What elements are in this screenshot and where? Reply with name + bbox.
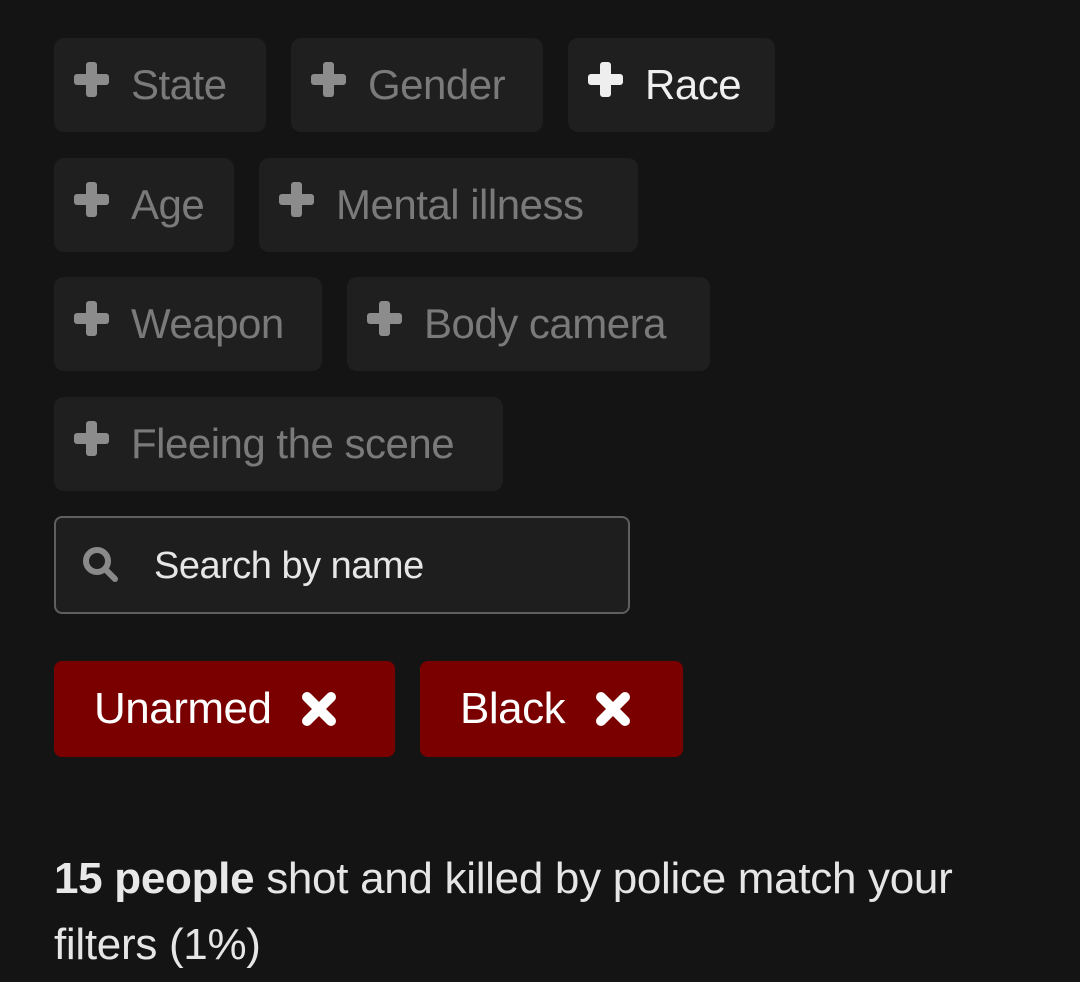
filter-chip-fleeing-the-scene[interactable]: Fleeing the scene: [54, 397, 503, 491]
filter-chip-label: State: [131, 61, 227, 108]
filter-chip-age[interactable]: Age: [54, 158, 234, 252]
filter-chip-label: Age: [131, 181, 205, 228]
filter-panel: State Gender Race Age Mental illness Wea…: [0, 0, 1080, 982]
search-input[interactable]: [152, 538, 616, 594]
search-box[interactable]: [54, 516, 630, 614]
filter-chip-label: Gender: [368, 61, 506, 108]
filter-chip-race[interactable]: Race: [568, 38, 775, 132]
close-icon[interactable]: [595, 691, 631, 727]
plus-icon: [367, 300, 402, 336]
filter-chip-label: Mental illness: [336, 181, 584, 228]
active-tag-black[interactable]: Black: [420, 661, 683, 757]
filter-chip-gender[interactable]: Gender: [291, 38, 543, 132]
filter-chip-label: Race: [645, 61, 742, 108]
plus-icon: [588, 61, 623, 97]
filter-chip-label: Body camera: [424, 300, 666, 347]
active-tag-unarmed[interactable]: Unarmed: [54, 661, 395, 757]
filter-chip-label: Fleeing the scene: [131, 420, 455, 467]
filter-chip-body-camera[interactable]: Body camera: [347, 277, 710, 371]
close-icon[interactable]: [301, 691, 337, 727]
plus-icon: [279, 181, 314, 217]
filter-chip-mental-illness[interactable]: Mental illness: [259, 158, 638, 252]
result-summary: 15 people shot and killed by police matc…: [54, 846, 1014, 978]
plus-icon: [311, 61, 346, 97]
filter-chip-label: Weapon: [131, 300, 284, 347]
result-count: 15 people: [54, 854, 255, 903]
search-icon: [83, 547, 118, 582]
active-tag-label: Black: [460, 684, 566, 733]
active-tag-label: Unarmed: [94, 684, 272, 733]
plus-icon: [74, 420, 109, 456]
plus-icon: [74, 300, 109, 336]
plus-icon: [74, 61, 109, 97]
filter-chip-state[interactable]: State: [54, 38, 266, 132]
plus-icon: [74, 181, 109, 217]
filter-chip-weapon[interactable]: Weapon: [54, 277, 322, 371]
